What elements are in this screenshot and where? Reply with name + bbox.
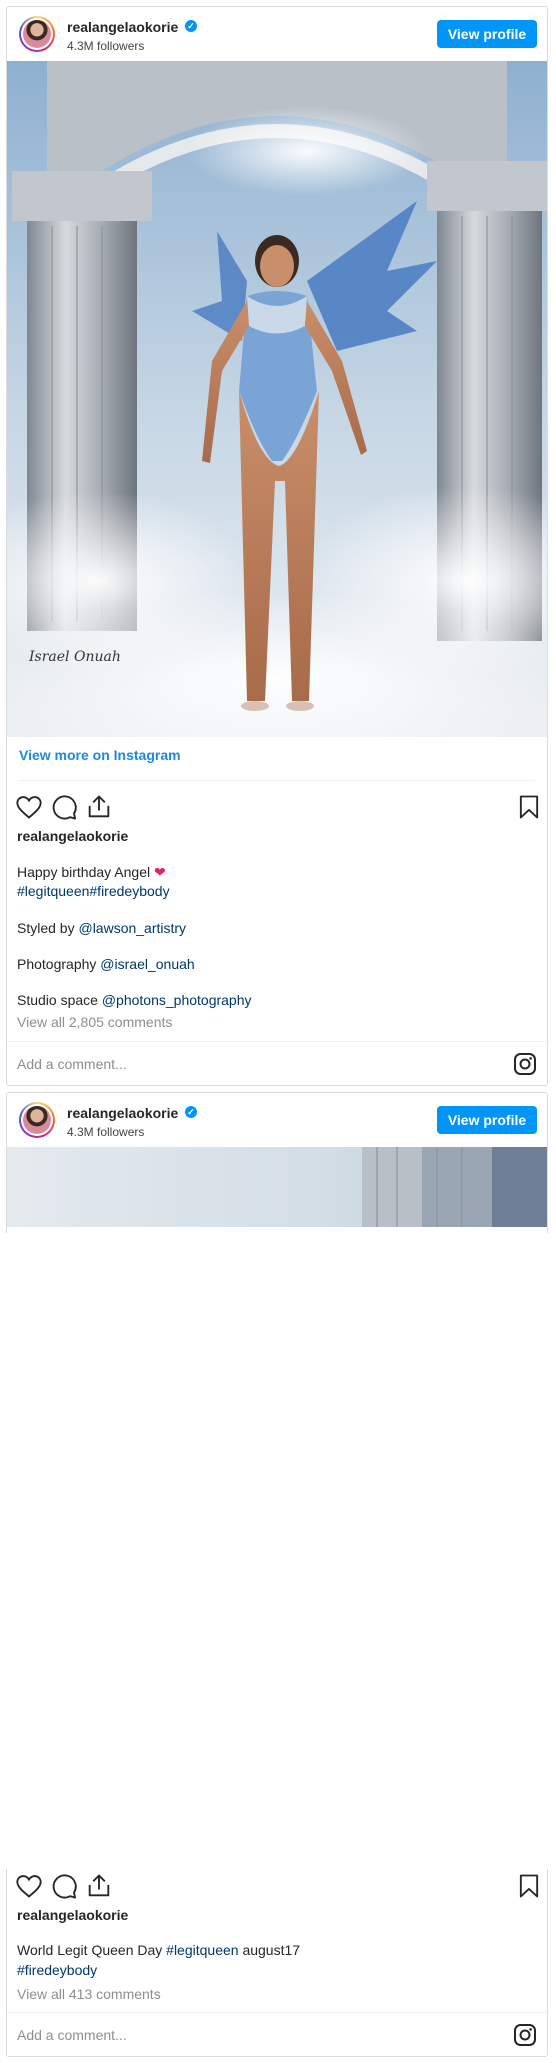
bookmark-icon [519,795,539,819]
add-comment-input[interactable]: Add a comment... [17,2027,127,2043]
instagram-embed-post-1: realangelaokorie ✓ 4.3M followers View p… [6,6,548,1086]
caption-line-photography: Photography @israel_onuah [17,956,195,972]
like-button[interactable] [15,1872,43,1900]
hashtag-link[interactable]: #legitqueen [166,1942,238,1958]
divider [19,780,535,781]
caption-text: Studio space [17,992,98,1008]
caption-text: Happy birthday Angel [17,864,151,880]
caption-text: Photography [17,956,97,972]
view-profile-button[interactable]: View profile [437,20,537,48]
unloaded-region [0,1233,556,1869]
caption-hashtags[interactable]: #legitqueen#firedeybody [17,883,170,899]
save-button[interactable] [515,1872,543,1900]
avatar[interactable] [19,1102,55,1138]
heart-icon [16,796,42,819]
follower-count: 4.3M followers [67,39,145,53]
hashtag-link[interactable]: #firedeybody [17,1962,97,1978]
avatar-photo [23,1106,51,1134]
view-all-comments-link[interactable]: View all 413 comments [17,1986,161,2002]
post-photo-illustration [7,61,547,737]
comment-button[interactable] [50,793,78,821]
avatar[interactable] [19,16,55,52]
caption-line: World Legit Queen Day #legitqueen august… [17,1942,300,1958]
username[interactable]: realangelaokorie [67,19,178,35]
caption-line-studio: Studio space @photons_photography [17,992,252,1008]
post-image[interactable] [7,1147,547,1227]
post-photo-illustration [7,1147,547,1227]
caption-line-birthday: Happy birthday Angel ❤ [17,864,166,881]
mention-link[interactable]: @israel_onuah [100,956,194,972]
username[interactable]: realangelaokorie [67,1105,178,1121]
comment-icon [52,1874,77,1899]
post-header: realangelaokorie ✓ 4.3M followers View p… [7,7,547,62]
caption-text: World Legit Queen Day [17,1942,163,1958]
photographer-signature: Israel Onuah [29,649,121,665]
post-header: realangelaokorie ✓ 4.3M followers View p… [7,1093,547,1148]
post-author-name[interactable]: realangelaokorie [17,1907,128,1923]
avatar-photo [23,20,51,48]
caption-text: Styled by [17,920,75,936]
comment-bar: Add a comment... [7,1041,547,1085]
share-icon [88,1874,110,1897]
like-button[interactable] [15,793,43,821]
comment-bar: Add a comment... [7,2012,547,2056]
save-button[interactable] [515,793,543,821]
verified-badge-icon: ✓ [185,20,197,32]
caption-text: august17 [242,1942,301,1958]
instagram-icon[interactable] [513,1052,537,1076]
comment-button[interactable] [50,1872,78,1900]
mention-link[interactable]: @photons_photography [102,992,252,1008]
post-image[interactable]: Israel Onuah [7,61,547,737]
view-all-comments-link[interactable]: View all 2,805 comments [17,1014,172,1030]
heart-icon [16,1875,42,1898]
instagram-icon[interactable] [513,2023,537,2047]
verified-badge-icon: ✓ [185,1106,197,1118]
bookmark-icon [519,1874,539,1898]
comment-icon [52,795,77,820]
share-button[interactable] [85,1872,113,1900]
mention-link[interactable]: @lawson_artistry [78,920,186,936]
share-button[interactable] [85,793,113,821]
add-comment-input[interactable]: Add a comment... [17,1056,127,1072]
view-more-on-instagram-link[interactable]: View more on Instagram [19,747,181,763]
view-profile-button[interactable]: View profile [437,1106,537,1134]
share-icon [88,795,110,818]
post-author-name[interactable]: realangelaokorie [17,828,128,844]
follower-count: 4.3M followers [67,1125,145,1139]
heart-emoji: ❤ [153,864,166,880]
caption-line-styled: Styled by @lawson_artistry [17,920,186,936]
